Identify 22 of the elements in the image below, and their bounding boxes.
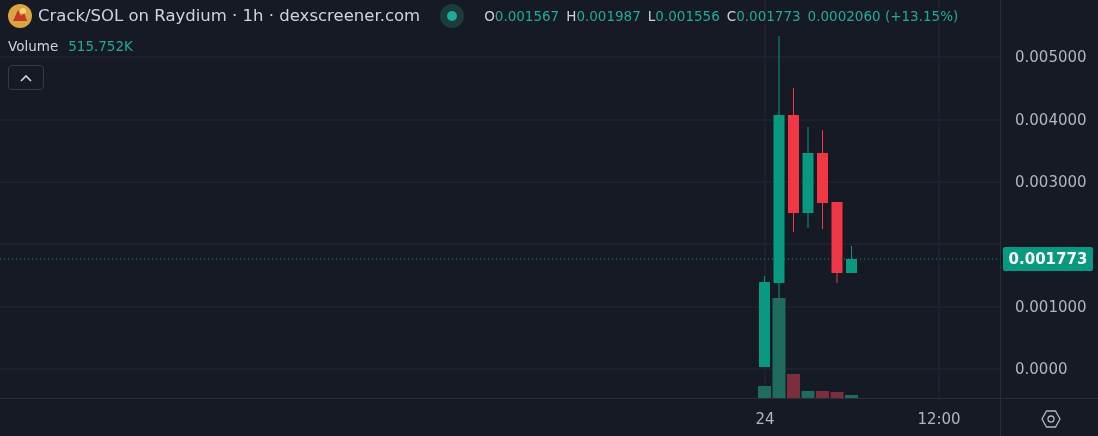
time-axis-label: 24 (755, 410, 775, 428)
price-axis-label: 0.001000 (1015, 298, 1087, 316)
time-axis-label: 12:00 (917, 410, 961, 428)
price-axis-label: 0.005000 (1015, 48, 1087, 66)
ohlc-value: C0.001773 (726, 7, 801, 27)
price-change: 0.0002060 (+13.15%) (807, 7, 959, 27)
volume-value: 515.752K (68, 37, 133, 56)
chart-title: Crack/SOL on Raydium · 1h · dexscreener.com (38, 5, 421, 27)
price-axis-label: 0.004000 (1015, 111, 1087, 129)
settings-icon[interactable] (1041, 410, 1061, 428)
price-axis-label: 0.003000 (1015, 173, 1087, 191)
price-axis-label: 0.0000 (1015, 360, 1068, 378)
ohlc-value: O0.001567 (484, 7, 560, 27)
price-tag: 0.001773 (1003, 247, 1093, 271)
status-button[interactable] (440, 4, 465, 29)
ohlc-value: L0.001556 (647, 7, 720, 27)
token-logo-icon (8, 4, 32, 29)
candle (846, 245, 857, 274)
chevron-up-icon (20, 73, 32, 82)
collapse-button[interactable] (8, 65, 44, 90)
volume-label: Volume (8, 37, 59, 56)
ohlc-value: H0.001987 (566, 7, 641, 27)
